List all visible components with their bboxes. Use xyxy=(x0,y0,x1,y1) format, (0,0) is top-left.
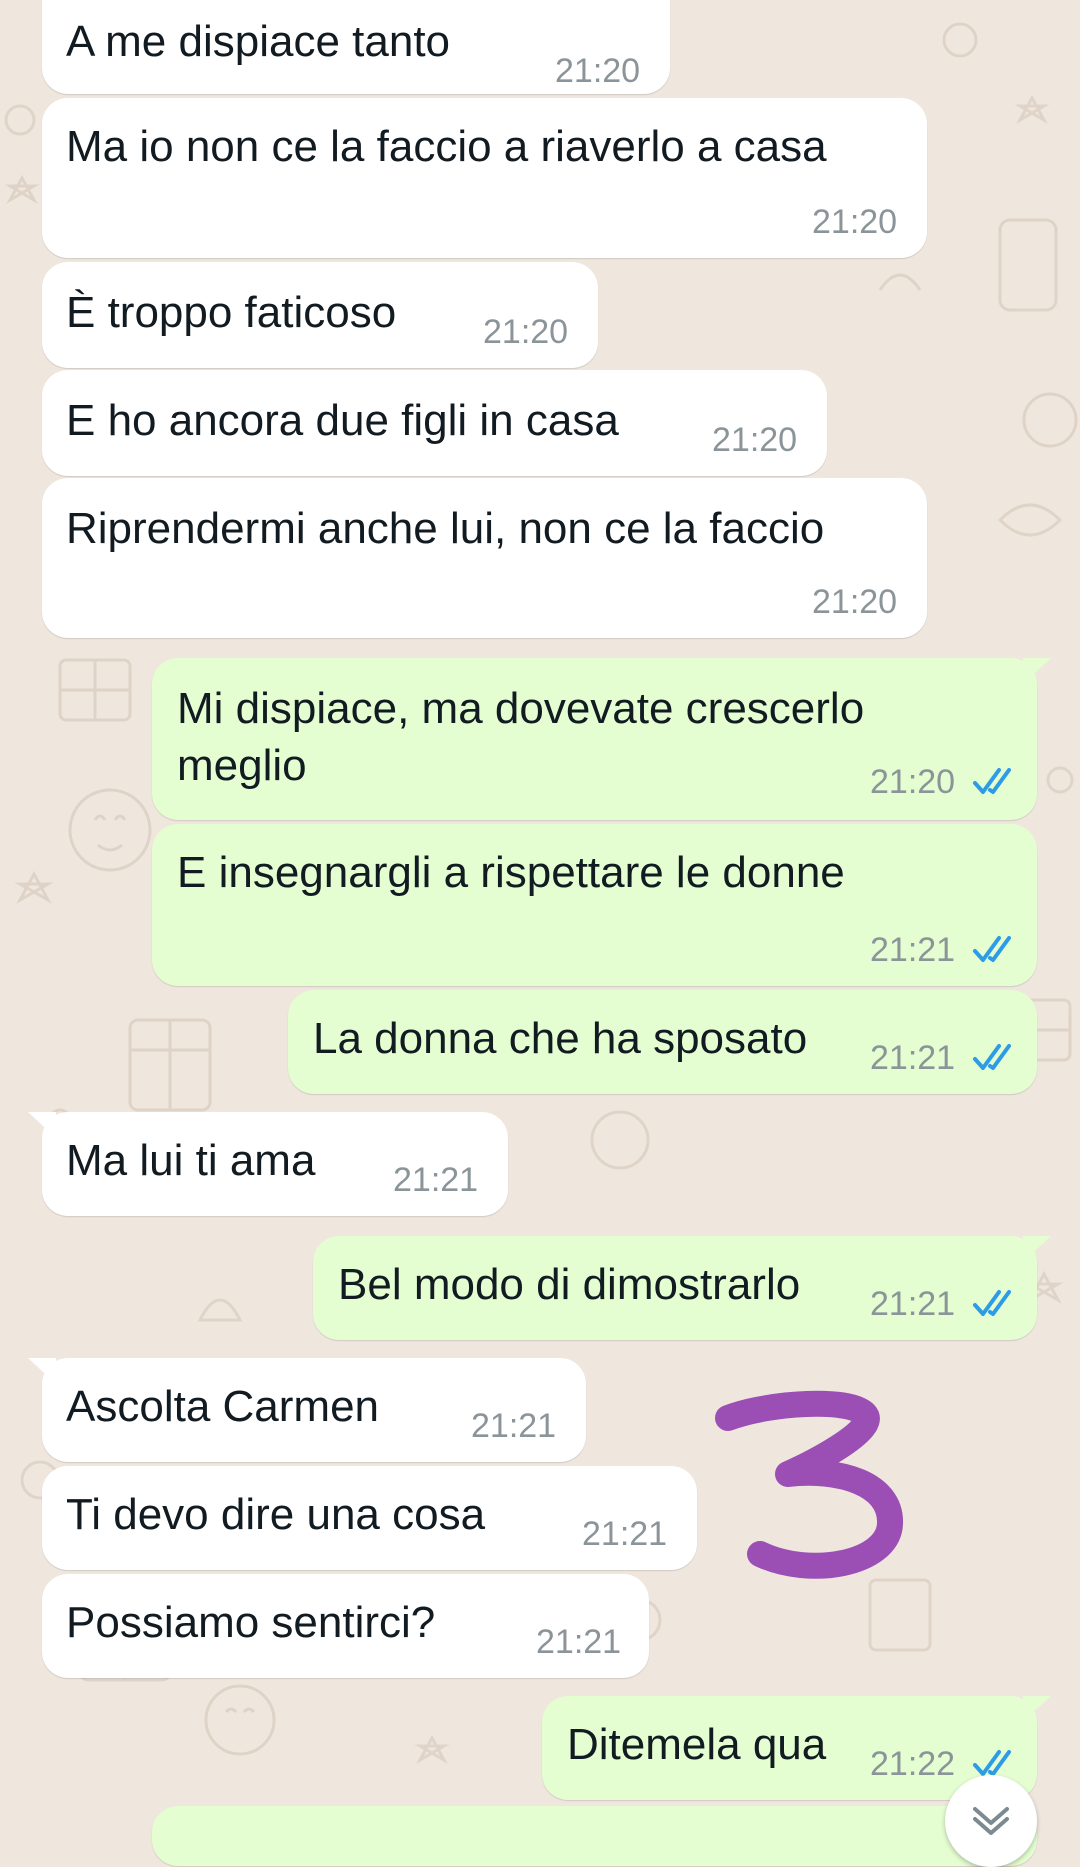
incoming-message[interactable]: Riprendermi anche lui, non ce la faccio … xyxy=(42,478,927,638)
message-text: Possiamo sentirci? xyxy=(66,1598,436,1647)
bubble-tail xyxy=(1023,658,1051,684)
message-time: 21:21 xyxy=(393,1161,479,1199)
message-time: 21:21 xyxy=(870,1285,956,1323)
bubble-tail xyxy=(28,1112,56,1138)
outgoing-message-partial xyxy=(152,1806,1037,1866)
incoming-message[interactable]: A me dispiace tanto 21:20 xyxy=(42,0,670,94)
incoming-message[interactable]: Ma lui ti ama 21:21 xyxy=(28,1112,508,1216)
message-text: A me dispiace tanto xyxy=(66,17,451,66)
message-time: 21:20 xyxy=(870,763,956,801)
message-text: Ma lui ti ama xyxy=(66,1136,316,1185)
incoming-message[interactable]: Ascolta Carmen 21:21 xyxy=(28,1358,586,1462)
read-ticks-icon xyxy=(973,1290,1011,1316)
bubble-tail xyxy=(54,0,56,1)
message-time: 21:21 xyxy=(536,1623,622,1661)
message-time: 21:20 xyxy=(483,313,569,351)
bubble-tail xyxy=(1023,1696,1051,1722)
outgoing-message[interactable]: La donna che ha sposato 21:21 xyxy=(288,990,1037,1094)
message-text: E insegnargli a rispettare le donne xyxy=(177,848,845,897)
incoming-message[interactable]: È troppo faticoso 21:20 xyxy=(42,262,598,368)
incoming-message[interactable]: Ti devo dire una cosa 21:21 xyxy=(42,1466,697,1570)
read-ticks-icon xyxy=(973,768,1011,794)
message-text: Bel modo di dimostrarlo xyxy=(338,1260,801,1309)
message-text: Ti devo dire una cosa xyxy=(66,1490,486,1539)
incoming-message[interactable]: E ho ancora due figli in casa 21:20 xyxy=(42,370,827,476)
message-text: Riprendermi anche lui, non ce la faccio xyxy=(66,504,825,553)
message-text: La donna che ha sposato xyxy=(313,1014,808,1063)
bubble-tail xyxy=(1023,1236,1051,1262)
message-text: È troppo faticoso xyxy=(66,288,397,337)
message-time: 21:20 xyxy=(812,583,898,621)
scroll-down-button[interactable] xyxy=(945,1775,1037,1867)
message-text: Ma io non ce la faccio a riaverlo a casa xyxy=(66,122,827,171)
outgoing-message[interactable]: E insegnargli a rispettare le donne 21:2… xyxy=(152,824,1037,986)
message-time: 21:20 xyxy=(555,52,641,90)
incoming-message[interactable]: Ma io non ce la faccio a riaverlo a casa… xyxy=(42,98,927,258)
read-ticks-icon xyxy=(973,1044,1011,1070)
message-time: 21:21 xyxy=(471,1407,557,1445)
read-ticks-icon xyxy=(973,936,1011,962)
message-time: 21:20 xyxy=(712,421,798,459)
message-text: Ascolta Carmen xyxy=(66,1382,380,1431)
chevron-down-icon xyxy=(973,1807,1009,1835)
message-time: 21:21 xyxy=(870,931,956,969)
incoming-message[interactable]: Possiamo sentirci? 21:21 xyxy=(42,1574,649,1678)
outgoing-message[interactable]: Mi dispiace, ma dovevate crescerlo megli… xyxy=(152,658,1051,820)
handwritten-number xyxy=(715,1390,903,1579)
message-time: 21:20 xyxy=(812,203,898,241)
outgoing-message[interactable]: Bel modo di dimostrarlo 21:21 xyxy=(313,1236,1051,1340)
read-ticks-icon xyxy=(973,1750,1011,1776)
message-text: E ho ancora due figli in casa xyxy=(66,396,619,445)
message-text: Mi dispiace, ma dovevate crescerlo megli… xyxy=(177,684,865,790)
bubble-tail xyxy=(28,1358,56,1384)
message-time: 21:21 xyxy=(870,1039,956,1077)
message-time: 21:22 xyxy=(870,1745,956,1783)
message-time: 21:21 xyxy=(582,1515,668,1553)
message-text: Ditemela qua xyxy=(567,1720,827,1769)
